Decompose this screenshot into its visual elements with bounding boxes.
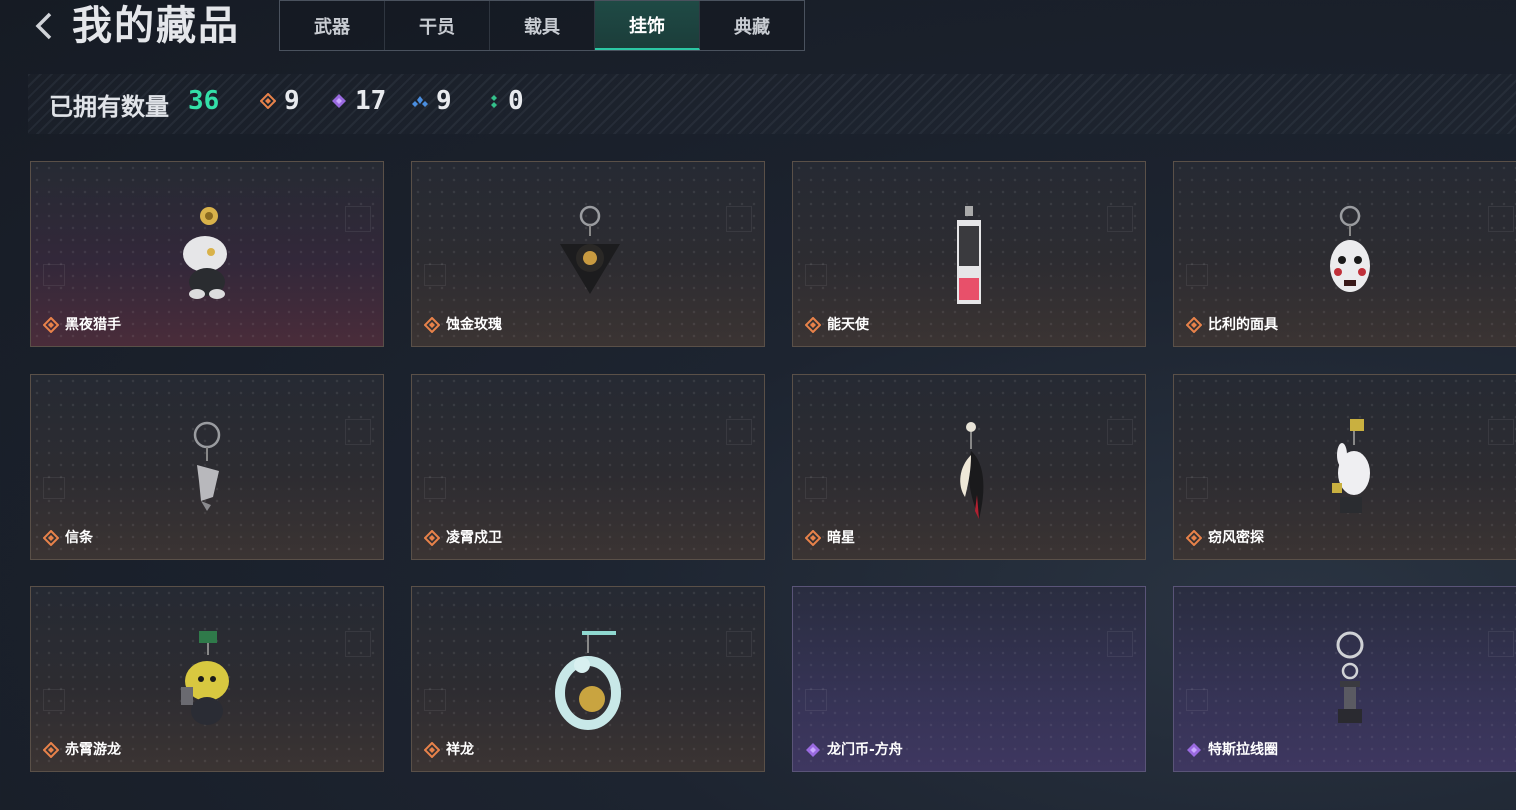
item-card[interactable]: 暗星 xyxy=(792,374,1146,560)
coiled-dragon-keychain-icon xyxy=(555,631,621,730)
tab-weapons[interactable]: 武器 xyxy=(280,1,385,50)
rarity-orange-icon xyxy=(43,742,59,758)
rarity-orange-icon xyxy=(1186,317,1202,333)
item-card[interactable]: 特斯拉线圈 xyxy=(1173,586,1516,772)
card-keychain-icon xyxy=(957,206,981,304)
item-name: 凌霄戍卫 xyxy=(446,530,502,546)
black-rose-keychain-icon xyxy=(560,205,620,294)
rarity-orange-icon xyxy=(1186,530,1202,546)
rarity-orange-icon xyxy=(424,317,440,333)
item-name: 龙门币-方舟 xyxy=(827,742,903,758)
blue-count: 9 xyxy=(436,86,452,116)
purple-diamond-icon xyxy=(332,94,346,108)
item-name: 祥龙 xyxy=(446,742,474,758)
item-name: 特斯拉线圈 xyxy=(1208,742,1278,758)
rarity-purple-icon xyxy=(1187,743,1201,757)
item-card[interactable]: 蚀金玫瑰 xyxy=(411,161,765,347)
feather-keychain-icon xyxy=(960,422,984,519)
rarity-orange-icon xyxy=(43,530,59,546)
page-title: 我的藏品 xyxy=(72,3,240,49)
rarity-orange-icon xyxy=(805,317,821,333)
item-card[interactable]: 龙门币-方舟 xyxy=(792,586,1146,772)
silver-keychain-icon xyxy=(193,421,221,511)
item-name: 比利的面具 xyxy=(1208,317,1278,333)
item-card[interactable]: 信条 xyxy=(30,374,384,560)
back-button[interactable] xyxy=(30,8,60,44)
orange-diamond-icon xyxy=(260,93,276,109)
yellow-dragon-keychain-icon xyxy=(181,631,229,725)
item-name: 蚀金玫瑰 xyxy=(446,317,502,333)
orange-rarity-stat: 9 xyxy=(260,86,300,116)
tesla-coil-keychain-icon xyxy=(1336,631,1364,723)
purple-count: 17 xyxy=(355,86,387,116)
rarity-purple-icon xyxy=(806,743,820,757)
tab-collection[interactable]: 典藏 xyxy=(700,1,804,50)
item-card[interactable]: 祥龙 xyxy=(411,586,765,772)
item-name: 暗星 xyxy=(827,530,855,546)
owned-stats-bar: 已拥有数量 36 9 17 9 0 xyxy=(28,74,1516,134)
item-name: 信条 xyxy=(65,530,93,546)
item-name: 黑夜猎手 xyxy=(65,317,121,333)
orange-count: 9 xyxy=(284,86,300,116)
rarity-orange-icon xyxy=(805,530,821,546)
item-card[interactable]: 能天使 xyxy=(792,161,1146,347)
chevron-left-icon xyxy=(35,12,52,40)
mask-keychain-icon xyxy=(1330,205,1370,292)
item-name: 能天使 xyxy=(827,317,869,333)
blue-rarity-stat: 9 xyxy=(412,86,452,116)
item-name: 窃风密探 xyxy=(1208,530,1264,546)
purple-rarity-stat: 17 xyxy=(331,86,386,116)
tab-charms[interactable]: 挂饰 xyxy=(595,1,700,50)
item-card[interactable]: 赤霄游龙 xyxy=(30,586,384,772)
owned-total: 36 xyxy=(188,86,220,116)
owned-count-label: 已拥有数量 xyxy=(49,93,169,121)
green-dots-icon xyxy=(491,95,497,108)
category-tabs: 武器 干员 载具 挂饰 典藏 xyxy=(279,0,805,51)
tab-operators[interactable]: 干员 xyxy=(385,1,490,50)
green-rarity-stat: 0 xyxy=(488,86,524,116)
blue-diamond-icon xyxy=(412,96,428,107)
rarity-orange-icon xyxy=(43,317,59,333)
green-count: 0 xyxy=(508,86,524,116)
rarity-orange-icon xyxy=(424,742,440,758)
rarity-orange-icon xyxy=(424,530,440,546)
item-card[interactable]: 凌霄戍卫 xyxy=(411,374,765,560)
tab-vehicles[interactable]: 载具 xyxy=(490,1,595,50)
white-bunny-keychain-icon xyxy=(1332,419,1370,513)
white-creature-keychain-icon xyxy=(183,207,227,299)
item-card[interactable]: 窃风密探 xyxy=(1173,374,1516,560)
item-card[interactable]: 黑夜猎手 xyxy=(30,161,384,347)
item-name: 赤霄游龙 xyxy=(65,742,121,758)
item-card[interactable]: 比利的面具 xyxy=(1173,161,1516,347)
